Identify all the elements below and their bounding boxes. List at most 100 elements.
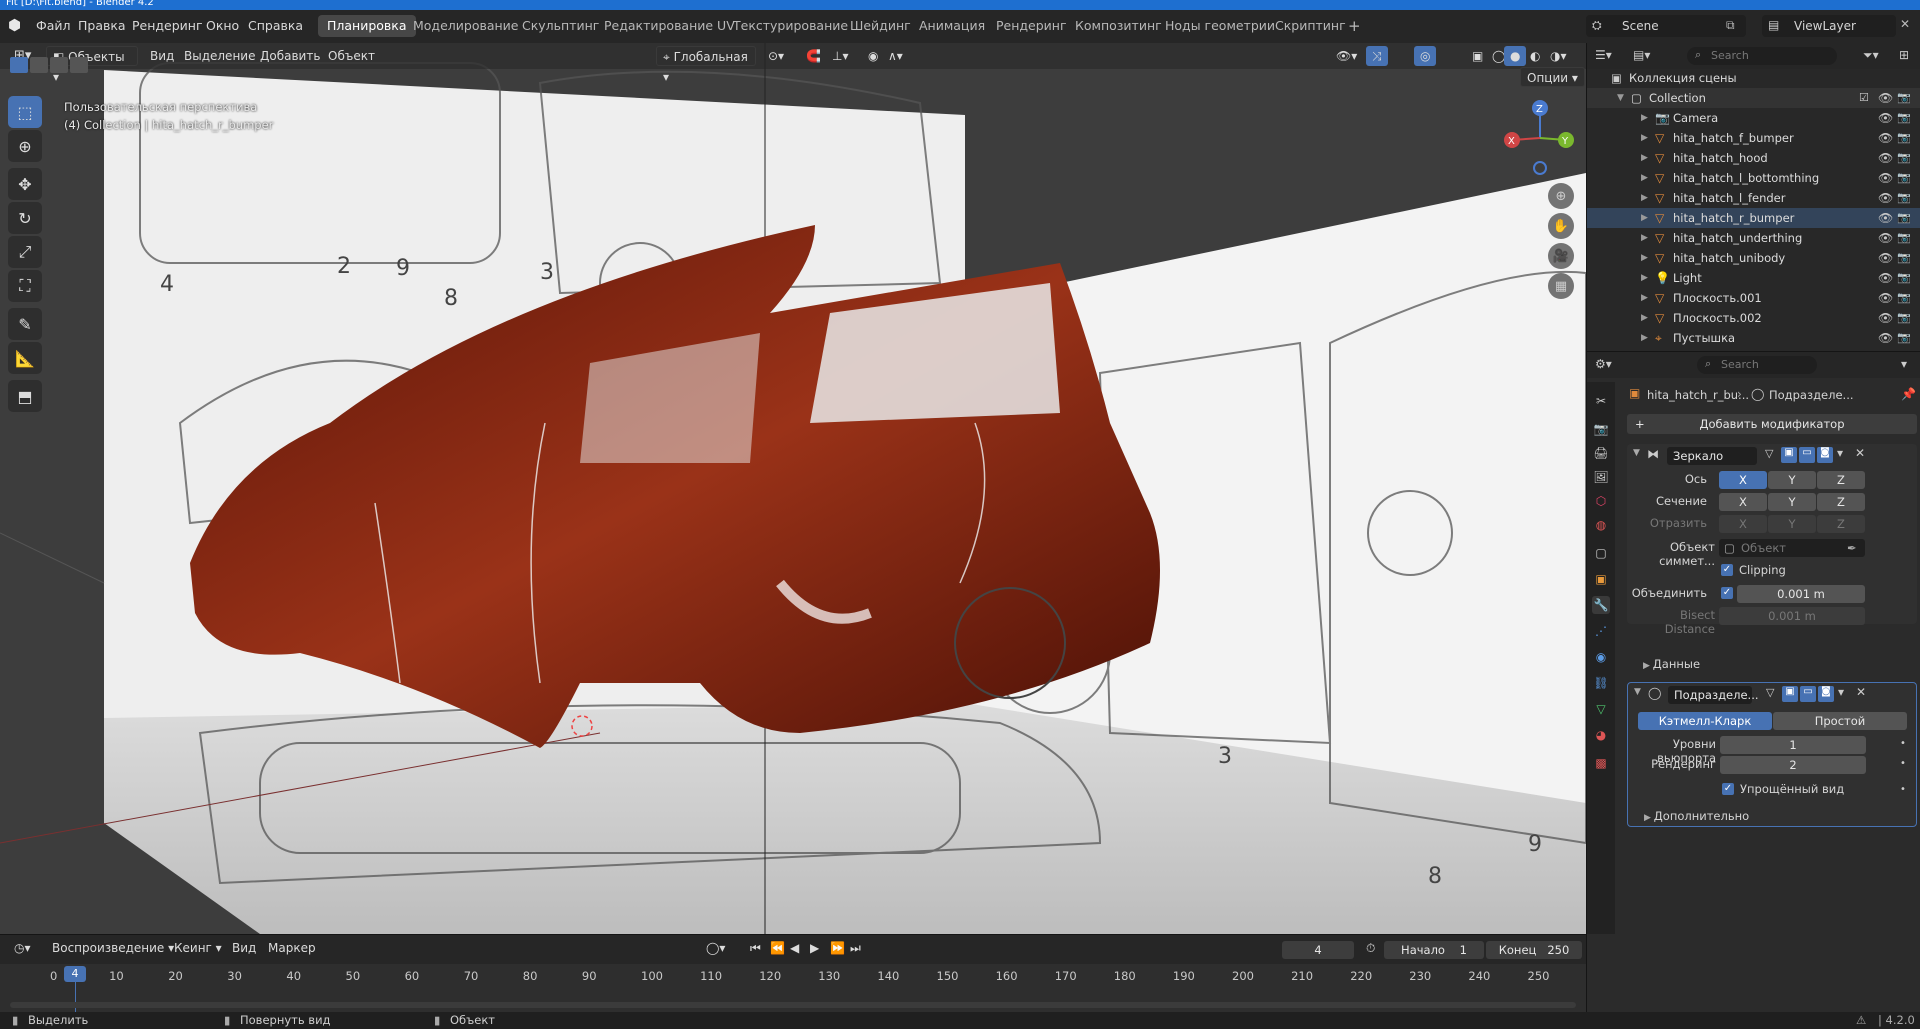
outliner-item[interactable]: ▶ ▽ hita_hatch_l_fender 👁 📷: [1587, 188, 1920, 208]
tab-geometry-nodes[interactable]: Ноды геометрии: [1156, 15, 1284, 37]
menu-window[interactable]: Окно: [206, 18, 239, 33]
scene-selector[interactable]: ⛭ Scene ⧉: [1586, 15, 1746, 37]
eye-icon[interactable]: 👁: [1878, 88, 1893, 108]
tool-tab-icon[interactable]: ✂: [1592, 392, 1610, 410]
menu-edit[interactable]: Правка: [78, 18, 126, 33]
render-tab-icon[interactable]: 📷: [1592, 420, 1610, 438]
annotate-tool-icon[interactable]: ✎: [8, 308, 42, 340]
tab-texture-paint[interactable]: Текстурирование: [724, 15, 857, 37]
on-cage-icon[interactable]: ▣: [1782, 686, 1798, 702]
eye-icon[interactable]: 👁: [1878, 188, 1893, 208]
outliner-item[interactable]: ▶ ▽ Плоскость.002 👁 📷: [1587, 308, 1920, 328]
keyframe-dot-icon[interactable]: •: [1900, 738, 1906, 749]
snap-icon[interactable]: 🧲: [800, 46, 827, 66]
clipping-checkbox[interactable]: ✓: [1721, 564, 1733, 576]
outliner-item[interactable]: ▶ ▽ hita_hatch_hood 👁 📷: [1587, 148, 1920, 168]
expand-icon[interactable]: ▶: [1641, 248, 1648, 268]
properties-editor-icon[interactable]: ⚙▾: [1595, 357, 1612, 371]
eyedropper-icon[interactable]: ✒: [1847, 539, 1857, 557]
select-mode-set-icon[interactable]: [10, 57, 28, 73]
new-scene-icon[interactable]: ⧉: [1726, 18, 1735, 33]
tab-layout[interactable]: Планировка: [318, 15, 416, 37]
expand-icon[interactable]: ▶: [1641, 188, 1648, 208]
render-icon[interactable]: ◙: [1817, 447, 1833, 463]
new-collection-icon[interactable]: ⊞: [1899, 48, 1909, 62]
timeline-scrollbar[interactable]: [10, 1002, 1576, 1008]
blender-logo-icon[interactable]: ⬢: [8, 16, 21, 34]
jump-end-icon[interactable]: ⏭: [844, 938, 867, 958]
timeline-ruler[interactable]: 0 10 20 30 40 50 60 70 80 90 100 110 120 130 140 150 160…: [0, 964, 1586, 1012]
keyframe-dot-icon[interactable]: •: [1900, 784, 1906, 795]
texture-tab-icon[interactable]: ▩: [1592, 754, 1610, 772]
collapse-icon[interactable]: ▼: [1633, 448, 1640, 458]
render-camera-icon[interactable]: 📷: [1897, 188, 1911, 208]
3d-viewport[interactable]: 4 8 3 2 9 3 9 8 ⊞▾ ◧ Объекты ▾ Вид Выделение …: [0, 43, 1586, 934]
eye-icon[interactable]: 👁: [1878, 128, 1893, 148]
preview-range-icon[interactable]: ⏱: [1360, 938, 1381, 958]
on-cage-icon[interactable]: ▣: [1781, 447, 1797, 463]
render-camera-icon[interactable]: 📷: [1897, 148, 1911, 168]
render-camera-icon[interactable]: 📷: [1897, 128, 1911, 148]
mirror-axis-x[interactable]: X: [1719, 471, 1767, 489]
data-tab-icon[interactable]: ▽: [1592, 700, 1610, 718]
transform-orientation[interactable]: ⌖ Глобальная ▾: [656, 46, 756, 84]
particles-tab-icon[interactable]: ⋰: [1592, 622, 1610, 640]
menu-file[interactable]: Файл: [36, 18, 71, 33]
menu-object[interactable]: Объект: [322, 46, 381, 66]
menu-add[interactable]: Добавить: [254, 46, 326, 66]
zoom-icon[interactable]: ⊕: [1548, 183, 1574, 209]
expand-icon[interactable]: ▶: [1641, 228, 1648, 248]
menu-view[interactable]: Вид: [144, 46, 180, 66]
world-tab-icon[interactable]: ◍: [1592, 516, 1610, 534]
mirror-axis-z[interactable]: Z: [1817, 471, 1865, 489]
render-camera-icon[interactable]: 📷: [1897, 108, 1911, 128]
eye-icon[interactable]: 👁: [1878, 148, 1893, 168]
select-mode-subtract-icon[interactable]: [50, 57, 68, 73]
output-tab-icon[interactable]: 🖨: [1592, 444, 1610, 462]
options-button[interactable]: Опции ▾: [1520, 67, 1585, 87]
view-layer-selector[interactable]: ▤ ViewLayer: [1762, 15, 1896, 37]
display-mode-icon[interactable]: ▤▾: [1633, 48, 1650, 62]
material-tab-icon[interactable]: ◕: [1592, 726, 1610, 744]
perspective-toggle-icon[interactable]: ▦: [1548, 273, 1574, 299]
physics-tab-icon[interactable]: ◉: [1592, 648, 1610, 666]
render-camera-icon[interactable]: 📷: [1897, 228, 1911, 248]
expand-icon[interactable]: ▶: [1641, 128, 1648, 148]
render-camera-icon[interactable]: 📷: [1897, 328, 1911, 348]
render-icon[interactable]: ◙: [1818, 686, 1834, 702]
render-levels-field[interactable]: 2: [1720, 756, 1866, 774]
add-modifier-button[interactable]: + Добавить модификатор: [1627, 414, 1917, 434]
object-tab-icon[interactable]: ▣: [1592, 570, 1610, 588]
merge-distance-field[interactable]: 0.001 m: [1737, 585, 1865, 603]
merge-checkbox[interactable]: ✓: [1721, 587, 1733, 599]
outliner-item[interactable]: ▶ ▽ hita_hatch_r_bumper 👁 📷: [1587, 208, 1920, 228]
editmode-icon[interactable]: ▽: [1765, 447, 1773, 460]
transform-tool-icon[interactable]: ⛶: [8, 270, 42, 302]
outliner-item[interactable]: ▶ ▽ Плоскость.001 👁 📷: [1587, 288, 1920, 308]
timeline-editor-icon[interactable]: ◷▾: [8, 938, 37, 958]
menu-timeline-view[interactable]: Вид: [226, 938, 262, 958]
current-frame-field[interactable]: 4: [1282, 941, 1354, 959]
dropdown-icon[interactable]: ▾: [1838, 685, 1844, 699]
mirror-object-field[interactable]: ▢ Объект ✒: [1719, 539, 1865, 557]
render-camera-icon[interactable]: 📷: [1897, 88, 1911, 108]
select-mode-extend-icon[interactable]: [30, 57, 48, 73]
remove-view-layer-icon[interactable]: ✕: [1900, 17, 1910, 31]
menu-playback[interactable]: Воспроизведение ▾: [46, 938, 180, 958]
pin-icon[interactable]: 📌: [1901, 387, 1916, 401]
outliner-item[interactable]: ▶ 💡 Light 👁 📷: [1587, 268, 1920, 288]
mirror-data-subpanel[interactable]: ▶ Данные: [1643, 657, 1700, 671]
eye-icon[interactable]: 👁: [1878, 168, 1893, 188]
eye-icon[interactable]: 👁: [1878, 308, 1893, 328]
scale-tool-icon[interactable]: ⤢: [8, 236, 42, 268]
viewport-levels-field[interactable]: 1: [1720, 736, 1866, 754]
properties-search[interactable]: ⌕ Search: [1697, 356, 1817, 374]
view-layer-tab-icon[interactable]: 🖼: [1592, 468, 1610, 486]
eye-icon[interactable]: 👁: [1878, 248, 1893, 268]
outliner-editor-icon[interactable]: ☰▾: [1595, 48, 1612, 62]
rotate-tool-icon[interactable]: ↻: [8, 202, 42, 234]
rendered-shading-icon[interactable]: ◑▾: [1544, 46, 1573, 66]
mirror-flip-y[interactable]: Y: [1768, 515, 1816, 533]
start-frame-field[interactable]: Начало 1: [1384, 941, 1484, 959]
end-frame-field[interactable]: Конец 250: [1486, 941, 1582, 959]
